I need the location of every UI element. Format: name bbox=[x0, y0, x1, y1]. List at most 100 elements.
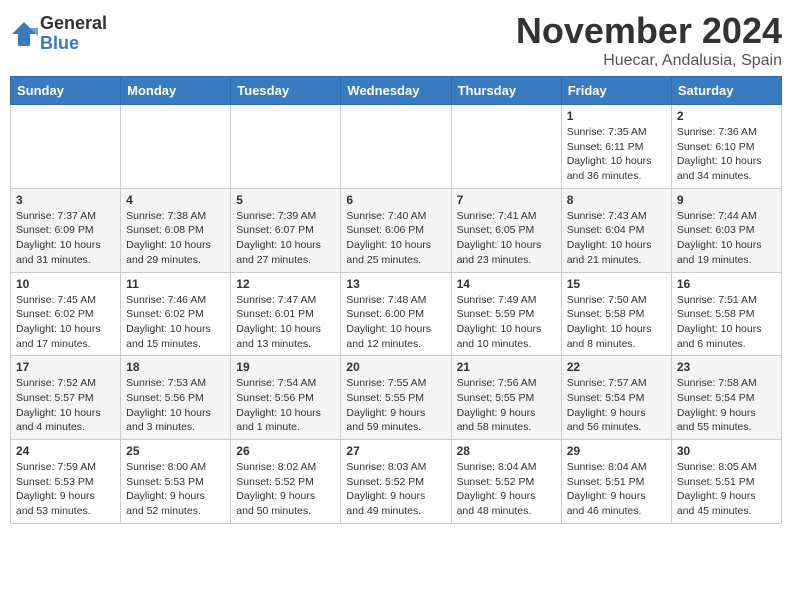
calendar-week-row: 17 Sunrise: 7:52 AM Sunset: 5:57 PM Dayli… bbox=[11, 356, 782, 440]
day-info: Sunrise: 7:47 AM Sunset: 6:01 PM Dayligh… bbox=[236, 293, 335, 352]
calendar-cell: 7 Sunrise: 7:41 AM Sunset: 6:05 PM Daylig… bbox=[451, 188, 561, 272]
calendar-cell: 17 Sunrise: 7:52 AM Sunset: 5:57 PM Dayli… bbox=[11, 356, 121, 440]
day-number: 23 bbox=[677, 360, 776, 374]
day-info: Sunrise: 7:51 AM Sunset: 5:58 PM Dayligh… bbox=[677, 293, 776, 352]
day-of-week-header: Thursday bbox=[451, 77, 561, 105]
day-info: Sunrise: 8:02 AM Sunset: 5:52 PM Dayligh… bbox=[236, 460, 335, 519]
day-info: Sunrise: 8:04 AM Sunset: 5:52 PM Dayligh… bbox=[457, 460, 556, 519]
calendar-cell: 9 Sunrise: 7:44 AM Sunset: 6:03 PM Daylig… bbox=[671, 188, 781, 272]
day-of-week-header: Friday bbox=[561, 77, 671, 105]
day-info: Sunrise: 7:54 AM Sunset: 5:56 PM Dayligh… bbox=[236, 376, 335, 435]
day-info: Sunrise: 7:41 AM Sunset: 6:05 PM Dayligh… bbox=[457, 209, 556, 268]
calendar-cell bbox=[121, 105, 231, 189]
month-title: November 2024 bbox=[516, 10, 782, 52]
day-info: Sunrise: 7:59 AM Sunset: 5:53 PM Dayligh… bbox=[16, 460, 115, 519]
day-info: Sunrise: 7:46 AM Sunset: 6:02 PM Dayligh… bbox=[126, 293, 225, 352]
day-info: Sunrise: 8:04 AM Sunset: 5:51 PM Dayligh… bbox=[567, 460, 666, 519]
day-number: 14 bbox=[457, 277, 556, 291]
logo-icon bbox=[10, 20, 38, 48]
calendar-cell: 6 Sunrise: 7:40 AM Sunset: 6:06 PM Daylig… bbox=[341, 188, 451, 272]
day-info: Sunrise: 7:43 AM Sunset: 6:04 PM Dayligh… bbox=[567, 209, 666, 268]
day-info: Sunrise: 7:52 AM Sunset: 5:57 PM Dayligh… bbox=[16, 376, 115, 435]
calendar-cell: 23 Sunrise: 7:58 AM Sunset: 5:54 PM Dayli… bbox=[671, 356, 781, 440]
calendar-cell bbox=[231, 105, 341, 189]
calendar-cell: 1 Sunrise: 7:35 AM Sunset: 6:11 PM Daylig… bbox=[561, 105, 671, 189]
calendar: SundayMondayTuesdayWednesdayThursdayFrid… bbox=[10, 76, 782, 524]
day-info: Sunrise: 7:39 AM Sunset: 6:07 PM Dayligh… bbox=[236, 209, 335, 268]
calendar-cell bbox=[11, 105, 121, 189]
day-number: 15 bbox=[567, 277, 666, 291]
day-info: Sunrise: 7:38 AM Sunset: 6:08 PM Dayligh… bbox=[126, 209, 225, 268]
day-number: 11 bbox=[126, 277, 225, 291]
day-info: Sunrise: 7:56 AM Sunset: 5:55 PM Dayligh… bbox=[457, 376, 556, 435]
day-of-week-header: Monday bbox=[121, 77, 231, 105]
calendar-cell: 30Sunrise: 8:05 AM Sunset: 5:51 PM Dayli… bbox=[671, 440, 781, 524]
day-info: Sunrise: 7:44 AM Sunset: 6:03 PM Dayligh… bbox=[677, 209, 776, 268]
day-info: Sunrise: 8:00 AM Sunset: 5:53 PM Dayligh… bbox=[126, 460, 225, 519]
day-number: 29 bbox=[567, 444, 666, 458]
calendar-cell: 3 Sunrise: 7:37 AM Sunset: 6:09 PM Daylig… bbox=[11, 188, 121, 272]
day-number: 19 bbox=[236, 360, 335, 374]
day-info: Sunrise: 7:35 AM Sunset: 6:11 PM Dayligh… bbox=[567, 125, 666, 184]
day-number: 2 bbox=[677, 109, 776, 123]
day-number: 4 bbox=[126, 193, 225, 207]
logo-blue: Blue bbox=[40, 34, 107, 54]
calendar-cell: 20Sunrise: 7:55 AM Sunset: 5:55 PM Dayli… bbox=[341, 356, 451, 440]
calendar-cell: 5 Sunrise: 7:39 AM Sunset: 6:07 PM Daylig… bbox=[231, 188, 341, 272]
logo: General Blue bbox=[10, 14, 107, 54]
day-info: Sunrise: 7:50 AM Sunset: 5:58 PM Dayligh… bbox=[567, 293, 666, 352]
day-number: 5 bbox=[236, 193, 335, 207]
day-number: 1 bbox=[567, 109, 666, 123]
day-number: 10 bbox=[16, 277, 115, 291]
day-number: 26 bbox=[236, 444, 335, 458]
day-number: 13 bbox=[346, 277, 445, 291]
calendar-week-row: 3 Sunrise: 7:37 AM Sunset: 6:09 PM Daylig… bbox=[11, 188, 782, 272]
calendar-cell: 11 Sunrise: 7:46 AM Sunset: 6:02 PM Dayli… bbox=[121, 272, 231, 356]
calendar-cell: 29 Sunrise: 8:04 AM Sunset: 5:51 PM Dayli… bbox=[561, 440, 671, 524]
calendar-cell: 18Sunrise: 7:53 AM Sunset: 5:56 PM Dayli… bbox=[121, 356, 231, 440]
day-number: 24 bbox=[16, 444, 115, 458]
calendar-cell: 22Sunrise: 7:57 AM Sunset: 5:54 PM Dayli… bbox=[561, 356, 671, 440]
day-info: Sunrise: 8:03 AM Sunset: 5:52 PM Dayligh… bbox=[346, 460, 445, 519]
day-info: Sunrise: 7:40 AM Sunset: 6:06 PM Dayligh… bbox=[346, 209, 445, 268]
calendar-cell: 13Sunrise: 7:48 AM Sunset: 6:00 PM Dayli… bbox=[341, 272, 451, 356]
calendar-cell bbox=[451, 105, 561, 189]
day-info: Sunrise: 7:37 AM Sunset: 6:09 PM Dayligh… bbox=[16, 209, 115, 268]
day-of-week-header: Tuesday bbox=[231, 77, 341, 105]
day-number: 21 bbox=[457, 360, 556, 374]
calendar-cell: 16 Sunrise: 7:51 AM Sunset: 5:58 PM Dayli… bbox=[671, 272, 781, 356]
calendar-cell bbox=[341, 105, 451, 189]
title-area: November 2024 Huecar, Andalusia, Spain bbox=[516, 10, 782, 70]
day-number: 8 bbox=[567, 193, 666, 207]
day-number: 7 bbox=[457, 193, 556, 207]
calendar-cell: 15 Sunrise: 7:50 AM Sunset: 5:58 PM Dayli… bbox=[561, 272, 671, 356]
calendar-cell: 28 Sunrise: 8:04 AM Sunset: 5:52 PM Dayli… bbox=[451, 440, 561, 524]
day-number: 17 bbox=[16, 360, 115, 374]
day-number: 27 bbox=[346, 444, 445, 458]
calendar-cell: 14 Sunrise: 7:49 AM Sunset: 5:59 PM Dayli… bbox=[451, 272, 561, 356]
day-number: 28 bbox=[457, 444, 556, 458]
calendar-cell: 12 Sunrise: 7:47 AM Sunset: 6:01 PM Dayli… bbox=[231, 272, 341, 356]
day-info: Sunrise: 7:57 AM Sunset: 5:54 PM Dayligh… bbox=[567, 376, 666, 435]
day-number: 25 bbox=[126, 444, 225, 458]
calendar-cell: 19 Sunrise: 7:54 AM Sunset: 5:56 PM Dayli… bbox=[231, 356, 341, 440]
day-info: Sunrise: 7:55 AM Sunset: 5:55 PM Dayligh… bbox=[346, 376, 445, 435]
calendar-cell: 10 Sunrise: 7:45 AM Sunset: 6:02 PM Dayli… bbox=[11, 272, 121, 356]
day-number: 12 bbox=[236, 277, 335, 291]
day-number: 3 bbox=[16, 193, 115, 207]
day-info: Sunrise: 8:05 AM Sunset: 5:51 PM Dayligh… bbox=[677, 460, 776, 519]
calendar-cell: 4 Sunrise: 7:38 AM Sunset: 6:08 PM Daylig… bbox=[121, 188, 231, 272]
day-info: Sunrise: 7:45 AM Sunset: 6:02 PM Dayligh… bbox=[16, 293, 115, 352]
calendar-cell: 24 Sunrise: 7:59 AM Sunset: 5:53 PM Dayli… bbox=[11, 440, 121, 524]
logo-general: General bbox=[40, 14, 107, 34]
day-info: Sunrise: 7:36 AM Sunset: 6:10 PM Dayligh… bbox=[677, 125, 776, 184]
day-number: 16 bbox=[677, 277, 776, 291]
calendar-week-row: 24 Sunrise: 7:59 AM Sunset: 5:53 PM Dayli… bbox=[11, 440, 782, 524]
day-info: Sunrise: 7:49 AM Sunset: 5:59 PM Dayligh… bbox=[457, 293, 556, 352]
day-number: 6 bbox=[346, 193, 445, 207]
calendar-cell: 21 Sunrise: 7:56 AM Sunset: 5:55 PM Dayli… bbox=[451, 356, 561, 440]
calendar-week-row: 1 Sunrise: 7:35 AM Sunset: 6:11 PM Daylig… bbox=[11, 105, 782, 189]
header: General Blue November 2024 Huecar, Andal… bbox=[10, 10, 782, 70]
day-info: Sunrise: 7:58 AM Sunset: 5:54 PM Dayligh… bbox=[677, 376, 776, 435]
day-number: 9 bbox=[677, 193, 776, 207]
